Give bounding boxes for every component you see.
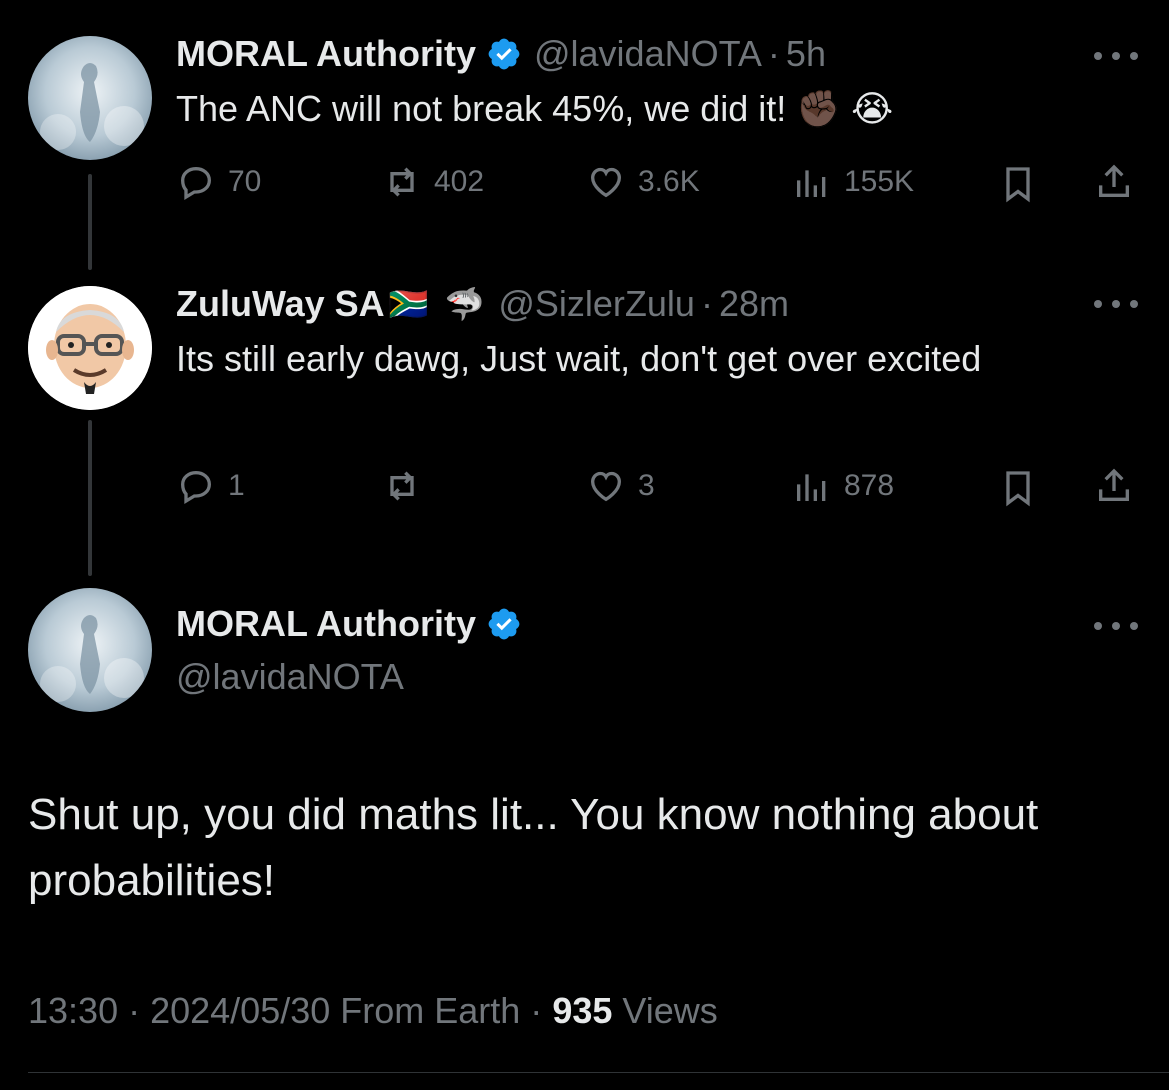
retweet-button[interactable]: 402 bbox=[382, 162, 484, 202]
timestamp[interactable]: 28m bbox=[719, 283, 789, 325]
heart-icon bbox=[590, 471, 622, 502]
heart-icon bbox=[590, 167, 622, 198]
post-timestamp[interactable]: 13:30 · 2024/05/30 From Earth · bbox=[28, 990, 542, 1031]
views-button[interactable]: 155K bbox=[792, 162, 914, 202]
views-count: 878 bbox=[844, 469, 895, 502]
tweet-text: Its still early dawg, Just wait, don't g… bbox=[176, 338, 982, 379]
timestamp[interactable]: 5h bbox=[786, 33, 826, 75]
views-chart-icon bbox=[797, 170, 826, 197]
like-button[interactable]: 3 bbox=[586, 466, 655, 506]
avatar[interactable] bbox=[28, 588, 152, 712]
reply-icon bbox=[180, 470, 212, 504]
user-handle[interactable]: @SizlerZulu bbox=[498, 283, 695, 325]
separator: · bbox=[767, 33, 780, 74]
bookmark-icon[interactable] bbox=[998, 468, 1038, 513]
bookmark-icon[interactable] bbox=[998, 164, 1038, 209]
view-count: 935 bbox=[552, 990, 613, 1031]
divider bbox=[28, 1072, 1169, 1073]
more-options-icon[interactable] bbox=[1094, 616, 1138, 636]
tweet-text: The ANC will not break 45%, we did it! ✊… bbox=[176, 88, 894, 129]
tweet-header: MORAL Authority @lavidaNOTA · 5h bbox=[176, 32, 826, 76]
display-name[interactable]: MORAL Authority bbox=[176, 603, 476, 645]
reply-button[interactable]: 1 bbox=[176, 466, 245, 506]
more-options-icon[interactable] bbox=[1094, 46, 1138, 66]
share-icon[interactable] bbox=[1094, 162, 1134, 207]
verified-badge-icon bbox=[488, 38, 520, 70]
views-count: 155K bbox=[844, 165, 915, 198]
display-name[interactable]: ZuluWay SA bbox=[176, 283, 385, 325]
user-handle[interactable]: @lavidaNOTA bbox=[176, 656, 404, 698]
reply-count: 1 bbox=[228, 469, 245, 502]
views-chart-icon bbox=[797, 474, 826, 501]
like-count: 3 bbox=[638, 469, 655, 502]
author-name-row: MORAL Authority bbox=[176, 602, 534, 646]
tweet-header: ZuluWay SA 🇿🇦 🦈 @SizlerZulu · 28m bbox=[176, 282, 789, 326]
retweet-count: 402 bbox=[434, 165, 485, 198]
retweet-icon bbox=[390, 167, 414, 197]
display-name[interactable]: MORAL Authority bbox=[176, 33, 476, 75]
verified-badge-icon bbox=[488, 608, 520, 640]
like-count: 3.6K bbox=[638, 165, 700, 198]
user-handle[interactable]: @lavidaNOTA bbox=[534, 33, 762, 75]
views-label: Views bbox=[622, 990, 718, 1031]
retweet-button[interactable] bbox=[382, 466, 434, 506]
thread-line bbox=[88, 174, 92, 270]
tweet-meta: 13:30 · 2024/05/30 From Earth · 935 View… bbox=[28, 990, 718, 1032]
shark-emoji: 🦈 bbox=[444, 286, 485, 322]
retweet-icon bbox=[390, 471, 414, 501]
views-button[interactable]: 878 bbox=[792, 466, 894, 506]
more-options-icon[interactable] bbox=[1094, 294, 1138, 314]
thread-line bbox=[88, 420, 92, 576]
reply-icon bbox=[180, 166, 212, 200]
emoji: ✊🏿 😭 bbox=[796, 88, 894, 129]
tweet-text: Shut up, you did maths lit... You know n… bbox=[28, 790, 1039, 905]
avatar[interactable] bbox=[28, 36, 152, 160]
reply-button[interactable]: 70 bbox=[176, 162, 261, 202]
share-icon[interactable] bbox=[1094, 466, 1134, 511]
avatar[interactable] bbox=[28, 286, 152, 410]
separator: · bbox=[700, 283, 713, 324]
south-africa-flag-emoji: 🇿🇦 bbox=[388, 286, 429, 322]
reply-count: 70 bbox=[228, 165, 262, 198]
like-button[interactable]: 3.6K bbox=[586, 162, 700, 202]
